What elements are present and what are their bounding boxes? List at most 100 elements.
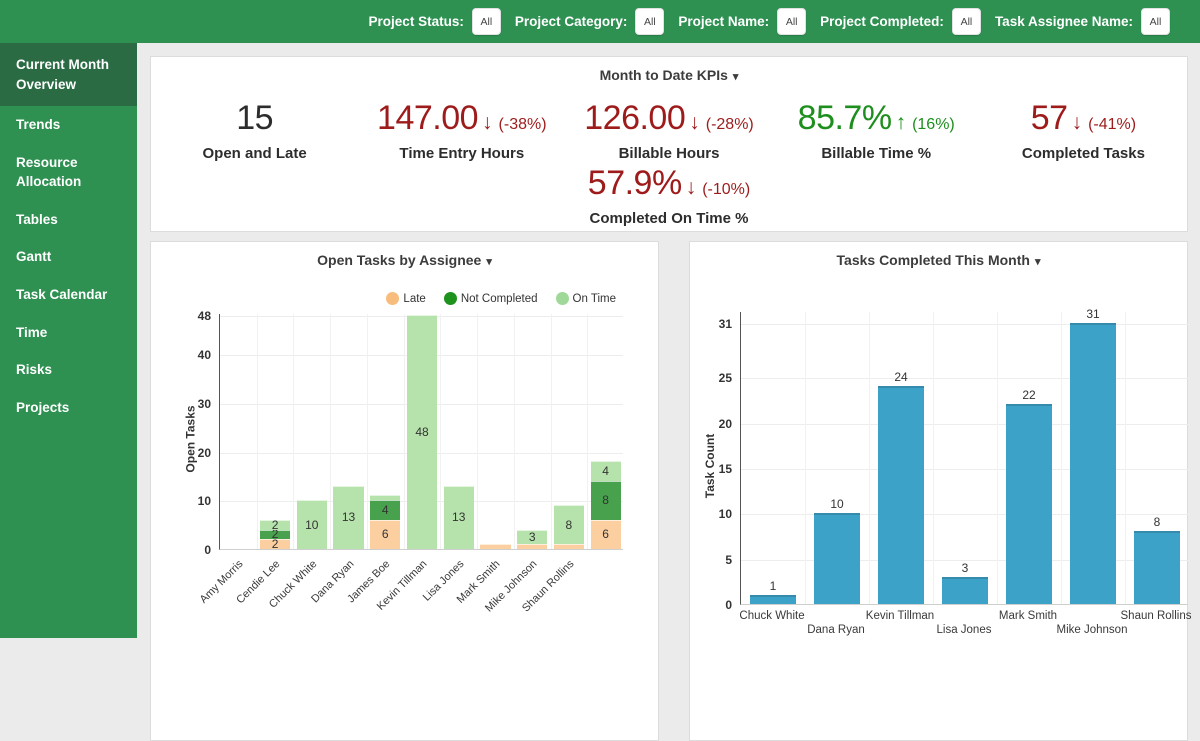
bar-segment-on-time[interactable]: [370, 495, 400, 500]
kpi-time-entry-hours: 147.00↓(-38%) Time Entry Hours: [358, 99, 565, 162]
plot-area: 222101364481338684: [219, 314, 623, 550]
filter-group-4: Task Assignee Name:All: [995, 8, 1170, 35]
legend-item-late[interactable]: Late: [386, 292, 425, 305]
gridline: [587, 314, 588, 549]
y-tick-label: 20: [698, 417, 732, 431]
bar[interactable]: [942, 577, 988, 604]
y-tick-label: 10: [698, 507, 732, 521]
bar-segment-on-time[interactable]: 13: [333, 486, 363, 549]
bar[interactable]: [1006, 404, 1052, 604]
bar-segment-on-time[interactable]: 13: [444, 486, 474, 549]
filter-all-button[interactable]: All: [1141, 8, 1170, 35]
bar[interactable]: [878, 386, 924, 604]
sidebar: Current Month OverviewTrendsResource All…: [0, 43, 137, 638]
legend-item-on-time[interactable]: On Time: [556, 292, 616, 305]
gridline: [741, 324, 1188, 325]
kpi-billable-time-: 85.7%↑(16%)Billable Time %: [773, 99, 980, 162]
bar-value-label: 8: [591, 493, 621, 507]
bar-segment-on-time[interactable]: 3: [517, 530, 547, 545]
gridline: [741, 424, 1188, 425]
legend-item-not-completed[interactable]: Not Completed: [444, 292, 538, 305]
bar-value-label: 3: [517, 530, 547, 544]
kpi-value-row: 57↓(-41%): [980, 99, 1187, 138]
legend-label: Late: [403, 293, 425, 305]
bar-value-label: 10: [297, 518, 327, 532]
kpi-row-second: 57.9%↓(-10%)Completed On Time %: [151, 164, 1187, 227]
y-tick-label: 31: [698, 317, 732, 331]
legend-dot-icon: [556, 292, 569, 305]
kpi-delta: (-41%): [1088, 116, 1136, 133]
filter-group-2: Project Name:All: [678, 8, 806, 35]
bar-value-label: 6: [370, 527, 400, 541]
bar-segment-late[interactable]: [517, 544, 547, 549]
bar-value-label: 1: [750, 579, 796, 593]
legend-label: On Time: [573, 293, 616, 305]
filter-bar: Project Status:AllProject Category:AllPr…: [0, 0, 1200, 43]
filter-all-button[interactable]: All: [777, 8, 806, 35]
legend-dot-icon: [444, 292, 457, 305]
filter-all-button[interactable]: All: [635, 8, 664, 35]
kpi-card-title: Month to Date KPIs▾: [151, 57, 1187, 83]
kpi-value-row: 147.00↓(-38%): [358, 99, 565, 138]
bar-value-label: 10: [814, 497, 860, 511]
bar-segment-late[interactable]: 6: [591, 520, 621, 549]
filter-group-3: Project Completed: All: [820, 8, 981, 35]
bar-value-label: 8: [554, 518, 584, 532]
bar-segment-not-completed[interactable]: 8: [591, 481, 621, 520]
gridline: [440, 314, 441, 549]
sidebar-item-current-month-overview[interactable]: Current Month Overview: [0, 43, 137, 106]
legend-label: Not Completed: [461, 293, 538, 305]
bar-segment-on-time[interactable]: 4: [591, 461, 621, 480]
bar-value-label: 13: [444, 510, 474, 524]
bar-segment-on-time[interactable]: 10: [297, 500, 327, 549]
bar-value-label: 4: [370, 503, 400, 517]
bar-segment-late[interactable]: 6: [370, 520, 400, 549]
filter-label: Project Completed:: [820, 14, 944, 29]
y-tick-label: 48: [177, 309, 211, 323]
caret-down-icon[interactable]: ▾: [733, 71, 739, 83]
kpi-value-row: 57.9%↓(-10%): [151, 164, 1187, 203]
sidebar-item-projects[interactable]: Projects: [0, 389, 137, 427]
filter-all-button[interactable]: All: [472, 8, 501, 35]
kpi-row: 15 Open and Late147.00↓(-38%) Time Entry H…: [151, 99, 1187, 162]
bar-segment-late[interactable]: [480, 544, 510, 549]
bar-segment-not-completed[interactable]: 4: [370, 500, 400, 519]
gridline: [551, 314, 552, 549]
arrow-down-icon: ↓: [686, 176, 697, 199]
gridline: [741, 469, 1188, 470]
sidebar-item-risks[interactable]: Risks: [0, 351, 137, 389]
bar-segment-on-time[interactable]: 8: [554, 505, 584, 544]
kpi-completed-on-time-: 57.9%↓(-10%)Completed On Time %: [151, 164, 1187, 227]
sidebar-item-time[interactable]: Time: [0, 314, 137, 352]
kpi-label: Time Entry Hours: [358, 145, 565, 162]
bar[interactable]: [1134, 531, 1180, 604]
bar-segment-late[interactable]: [554, 544, 584, 549]
bar[interactable]: [814, 513, 860, 604]
filter-label: Project Status:: [369, 14, 464, 29]
kpi-label: Open and Late: [151, 145, 358, 162]
arrow-up-icon: ↑: [896, 111, 907, 134]
bar[interactable]: [1070, 323, 1116, 604]
caret-down-icon[interactable]: ▾: [1035, 256, 1041, 268]
x-tick-label: Kevin Tillman: [836, 610, 964, 622]
caret-down-icon[interactable]: ▾: [486, 256, 492, 268]
kpi-label: Billable Time %: [773, 145, 980, 162]
bar[interactable]: [750, 595, 796, 604]
sidebar-item-tables[interactable]: Tables: [0, 201, 137, 239]
kpi-value: 15: [236, 99, 273, 137]
x-tick-label: Mark Smith: [964, 610, 1092, 622]
kpi-value: 57: [1031, 99, 1068, 137]
sidebar-item-trends[interactable]: Trends: [0, 106, 137, 144]
bar-segment-on-time[interactable]: 48: [407, 315, 437, 549]
kpi-billable-hours: 126.00↓(-28%)Billable Hours: [565, 99, 772, 162]
sidebar-item-task-calendar[interactable]: Task Calendar: [0, 276, 137, 314]
kpi-delta: (-28%): [706, 116, 754, 133]
filter-all-button[interactable]: All: [952, 8, 981, 35]
bar-segment-on-time[interactable]: 2: [260, 520, 290, 530]
sidebar-item-resource-allocation[interactable]: Resource Allocation: [0, 144, 137, 201]
y-tick-label: 5: [698, 553, 732, 567]
sidebar-item-gantt[interactable]: Gantt: [0, 238, 137, 276]
arrow-down-icon: ↓: [482, 111, 493, 134]
kpi-value: 147.00: [377, 99, 478, 137]
gridline: [741, 378, 1188, 379]
